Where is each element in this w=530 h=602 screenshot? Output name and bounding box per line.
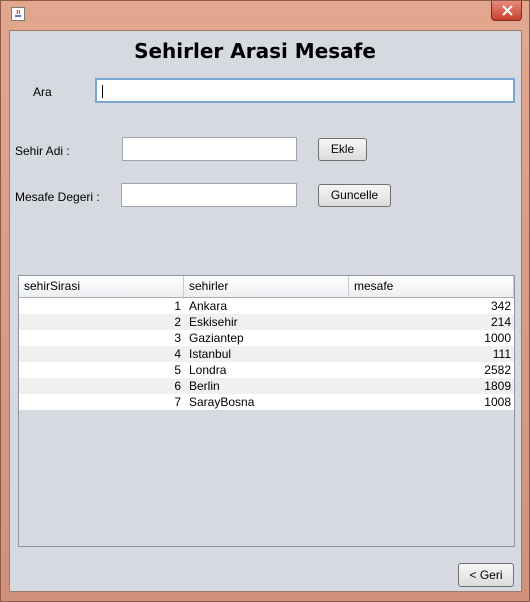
table-row[interactable]: 4 Istanbul 111 (19, 346, 514, 362)
cell-order: 5 (174, 363, 181, 377)
cell-distance: 214 (490, 315, 511, 329)
form-panel: Sehirler Arasi Mesafe Ara Sehir Adi : Ek… (9, 30, 522, 592)
search-label: Ara (33, 85, 52, 99)
search-input[interactable] (95, 78, 515, 103)
cell-distance: 111 (492, 347, 511, 361)
close-icon (502, 5, 513, 16)
cell-order: 1 (174, 299, 181, 313)
close-window-button[interactable] (491, 1, 522, 21)
application-window: Sehirler Arasi Mesafe Ara Sehir Adi : Ek… (0, 0, 530, 602)
table-row[interactable]: 7 SarayBosna 1008 (19, 394, 514, 410)
cell-city: Ankara (189, 299, 228, 313)
column-header-sehirsirasi[interactable]: sehirSirasi (19, 276, 184, 297)
cell-distance: 2582 (484, 363, 511, 377)
table-row[interactable]: 3 Gaziantep 1000 (19, 330, 514, 346)
cell-city: Londra (189, 363, 227, 377)
cell-order: 7 (174, 395, 181, 409)
cell-city: Gaziantep (189, 331, 244, 345)
table-row[interactable]: 6 Berlin 1809 (19, 378, 514, 394)
cell-city: Eskisehir (189, 315, 238, 329)
distance-value-input[interactable] (121, 183, 297, 207)
table-header: sehirSirasi sehirler mesafe (19, 276, 514, 298)
distance-value-label: Mesafe Degeri : (15, 190, 100, 204)
city-name-input[interactable] (122, 137, 297, 161)
cell-distance: 1008 (484, 395, 511, 409)
back-button[interactable]: < Geri (458, 563, 514, 587)
page-title: Sehirler Arasi Mesafe (134, 39, 376, 63)
city-name-label: Sehir Adi : (15, 144, 70, 158)
city-distance-table[interactable]: sehirSirasi sehirler mesafe 1 Ankara 342… (18, 275, 515, 547)
cell-order: 4 (174, 347, 181, 361)
title-bar[interactable] (1, 1, 529, 29)
column-header-sehirler[interactable]: sehirler (184, 276, 349, 297)
update-button[interactable]: Guncelle (318, 184, 391, 207)
cell-distance: 1000 (484, 331, 511, 345)
java-app-icon[interactable] (11, 7, 25, 21)
cell-order: 2 (174, 315, 181, 329)
cell-distance: 1809 (484, 379, 511, 393)
table-body: 1 Ankara 342 2 Eskisehir 214 3 Gaziantep… (19, 298, 514, 410)
cell-city: Berlin (189, 379, 220, 393)
cell-order: 3 (174, 331, 181, 345)
cell-order: 6 (174, 379, 181, 393)
cell-city: Istanbul (189, 347, 232, 361)
cell-city: SarayBosna (189, 395, 255, 409)
column-header-mesafe[interactable]: mesafe (349, 276, 514, 297)
add-button[interactable]: Ekle (318, 138, 367, 161)
table-row[interactable]: 1 Ankara 342 (19, 298, 514, 314)
text-caret (102, 85, 103, 98)
table-row[interactable]: 2 Eskisehir 214 (19, 314, 514, 330)
table-row[interactable]: 5 Londra 2582 (19, 362, 514, 378)
cell-distance: 342 (490, 299, 511, 313)
